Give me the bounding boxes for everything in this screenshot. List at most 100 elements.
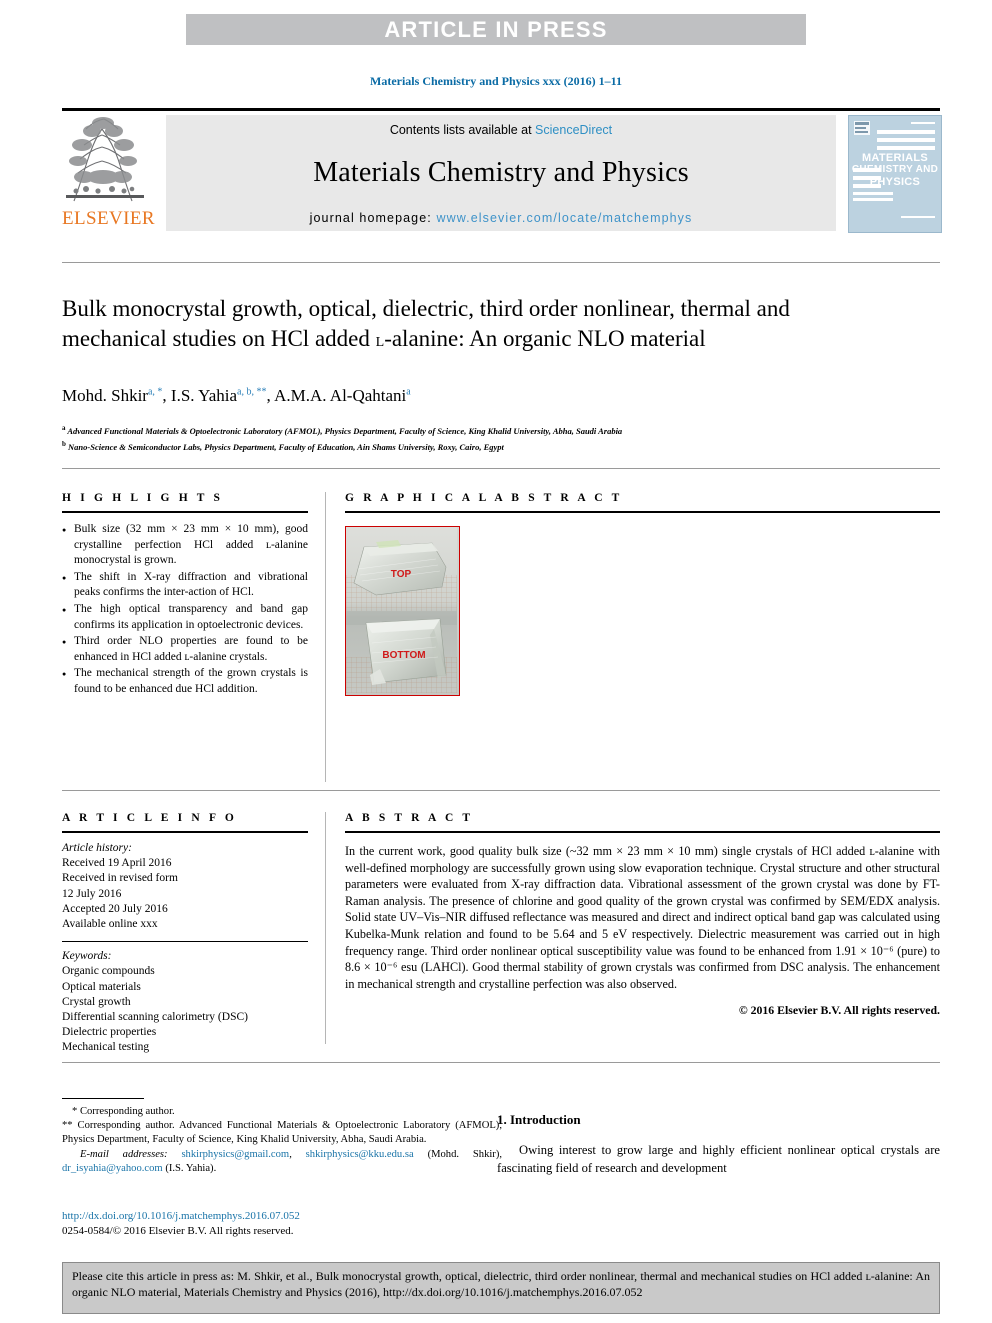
article-history-item: 12 July 2016: [62, 887, 122, 900]
article-history-item: Accepted 20 July 2016: [62, 902, 168, 915]
title-smallcap-l: l: [375, 329, 385, 351]
author-separator-2: ,: [266, 386, 275, 405]
corresponding-author-2: ** Corresponding author. Advanced Functi…: [62, 1120, 502, 1146]
page-title: Bulk monocrystal growth, optical, dielec…: [62, 294, 862, 355]
article-info-heading: A R T I C L E I N F O: [62, 812, 237, 824]
keyword-item: Mechanical testing: [62, 1041, 150, 1054]
affiliation-mark-b: b: [62, 440, 66, 449]
doi-block: http://dx.doi.org/10.1016/j.matchemphys.…: [62, 1209, 502, 1239]
introduction-section: 1. Introduction Owing interest to grow l…: [497, 1112, 940, 1177]
journal-title: Materials Chemistry and Physics: [313, 157, 689, 188]
journal-cover-thumbnail: MATERIALS CHEMISTRY AND PHYSICS: [848, 115, 942, 233]
corresponding-author-1: * Corresponding author.: [72, 1106, 175, 1117]
crystal-top-label: TOP: [391, 569, 412, 580]
author-name-2: I.S. Yahia: [170, 386, 238, 405]
affiliation-list: a Advanced Functional Materials & Optoel…: [62, 422, 892, 455]
author-separator-1: ,: [162, 386, 171, 405]
list-item: The shift in X-ray diffraction and vibra…: [62, 570, 308, 601]
affiliation-a: a Advanced Functional Materials & Optoel…: [62, 422, 892, 438]
article-history-block: Article history: Received 19 April 2016 …: [62, 841, 308, 932]
abstract-text: In the current work, good quality bulk s…: [345, 844, 940, 991]
article-history-item: Available online xxx: [62, 918, 158, 931]
journal-homepage-line: journal homepage: www.elsevier.com/locat…: [310, 211, 693, 225]
keywords-block: Keywords: Organic compounds Optical mate…: [62, 949, 308, 1055]
email-link-2[interactable]: shkirphysics@kku.edu.sa: [306, 1149, 414, 1160]
affiliation-text-b: Nano-Science & Semiconductor Labs, Physi…: [68, 442, 504, 453]
sciencedirect-link[interactable]: ScienceDirect: [535, 123, 612, 137]
elsevier-tree-icon: [62, 115, 148, 207]
keyword-item: Differential scanning calorimetry (DSC): [62, 1011, 248, 1024]
divider-above-title: [62, 262, 940, 263]
journal-homepage-prefix: journal homepage:: [309, 211, 437, 225]
cover-title-line-2: CHEMISTRY AND: [851, 164, 939, 175]
article-info-section: A R T I C L E I N F O Article history: R…: [62, 812, 308, 1056]
author-affiliation-mark-2: a, b, **: [237, 386, 267, 398]
email-addresses-label: E-mail addresses:: [80, 1148, 168, 1160]
elsevier-wordmark: ELSEVIER: [62, 208, 155, 229]
article-info-heading-rule: [62, 831, 308, 833]
article-in-press-banner: ARTICLE IN PRESS: [186, 14, 806, 45]
email-link-3[interactable]: dr_isyahia@yahoo.com: [62, 1163, 163, 1174]
cite-this-article-box: Please cite this article in press as: M.…: [62, 1262, 940, 1314]
highlights-section: H I G H L I G H T S Bulk size (32 mm × 2…: [62, 492, 308, 699]
divider-above-article-info: [62, 790, 940, 791]
email-link-1[interactable]: shkirphysics@gmail.com: [181, 1149, 289, 1160]
author-name-3: A.M.A. Al-Qahtani: [274, 386, 407, 405]
affiliation-b: b Nano-Science & Semiconductor Labs, Phy…: [62, 438, 892, 454]
article-history-label: Article history:: [62, 842, 132, 854]
journal-homepage-link[interactable]: www.elsevier.com/locate/matchemphys: [436, 211, 692, 225]
column-divider-upper: [325, 492, 326, 782]
keyword-item: Crystal growth: [62, 995, 131, 1008]
issn-copyright-line: 0254-0584/© 2016 Elsevier B.V. All right…: [62, 1225, 294, 1237]
keyword-item: Dielectric properties: [62, 1026, 157, 1039]
list-item: Third order NLO properties are found to …: [62, 634, 308, 665]
abstract-section: A B S T R A C T In the current work, goo…: [345, 812, 940, 1018]
abstract-heading-rule: [345, 831, 940, 833]
keyword-item: Organic compounds: [62, 965, 155, 978]
cite-this-article-text: Please cite this article in press as: M.…: [72, 1269, 930, 1300]
cover-title-line-3: PHYSICS: [869, 176, 921, 188]
contents-lists-prefix: Contents lists available at: [389, 123, 536, 137]
title-text-part2: -alanine: An organic NLO material: [384, 326, 706, 351]
journal-running-head: Materials Chemistry and Physics xxx (201…: [370, 74, 622, 88]
elsevier-logo: ELSEVIER: [62, 115, 155, 231]
abstract-heading: A B S T R A C T: [345, 812, 474, 824]
graphical-abstract-section: G R A P H I C A L A B S T R A C T TOP BO…: [345, 492, 940, 696]
crystal-bottom-label: BOTTOM: [382, 650, 425, 661]
author-name-1: Mohd. Shkir: [62, 386, 148, 405]
graphical-abstract-heading: G R A P H I C A L A B S T R A C T: [345, 492, 623, 504]
introduction-paragraph: Owing interest to grow large and highly …: [497, 1143, 940, 1175]
divider-above-highlights: [62, 468, 940, 469]
author-affiliation-mark-1: a, *: [147, 386, 163, 398]
article-history-item: Received 19 April 2016: [62, 857, 172, 870]
article-in-press-label: ARTICLE IN PRESS: [384, 16, 608, 42]
list-item: The high optical transparency and band g…: [62, 602, 308, 633]
email-owner-1: (Mohd. Shkir),: [427, 1148, 503, 1160]
list-item: Bulk size (32 mm × 23 mm × 10 mm), good …: [62, 522, 308, 569]
email-addresses-line: E-mail addresses: shkirphysics@gmail.com…: [62, 1148, 503, 1174]
elsevier-tree-svg: [66, 117, 144, 202]
article-history-item: Received in revised form: [62, 872, 178, 885]
list-item: The mechanical strength of the grown cry…: [62, 666, 308, 697]
highlights-heading: H I G H L I G H T S: [62, 492, 224, 504]
highlights-list: Bulk size (32 mm × 23 mm × 10 mm), good …: [62, 522, 308, 698]
journal-masthead: ELSEVIER Contents lists available at Sci…: [62, 108, 942, 235]
crystal-photo-svg: TOP BOTTOM: [346, 527, 457, 693]
footnote-block: * Corresponding author. ** Corresponding…: [62, 1098, 502, 1176]
doi-link[interactable]: http://dx.doi.org/10.1016/j.matchemphys.…: [62, 1209, 502, 1224]
keywords-label: Keywords:: [62, 950, 112, 963]
article-info-sub-rule: [62, 941, 308, 943]
abstract-copyright: © 2016 Elsevier B.V. All rights reserved…: [738, 1003, 940, 1018]
cover-title-line-1: MATERIALS: [861, 152, 929, 164]
author-affiliation-mark-3: a: [406, 386, 411, 398]
column-divider-lower: [325, 812, 326, 1044]
author-list: Mohd. Shkira, *, I.S. Yahiaa, b, **, A.M…: [62, 386, 892, 406]
keyword-item: Optical materials: [62, 980, 141, 993]
affiliation-mark-a: a: [62, 424, 66, 432]
introduction-heading: 1. Introduction: [497, 1112, 581, 1127]
masthead-center-panel: Contents lists available at ScienceDirec…: [166, 115, 836, 231]
graphical-abstract-heading-rule: [345, 511, 940, 513]
graphical-abstract-image: TOP BOTTOM: [345, 526, 460, 696]
footnote-rule: [62, 1098, 144, 1099]
email-owner-2: (I.S. Yahia).: [165, 1162, 217, 1174]
